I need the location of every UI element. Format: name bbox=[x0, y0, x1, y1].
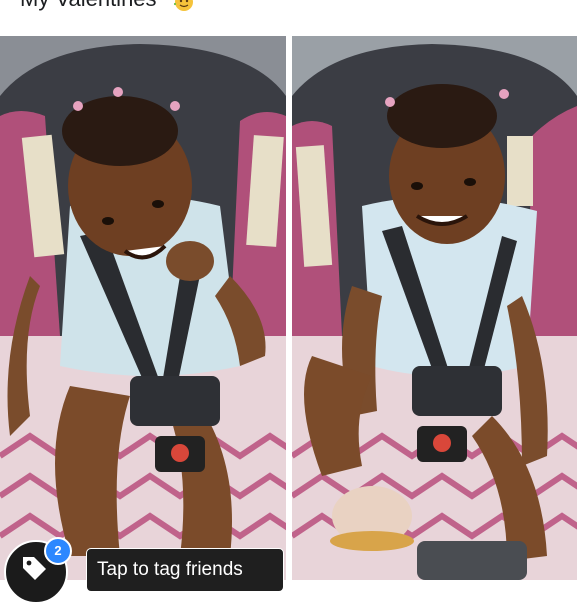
photo-right-image bbox=[292, 36, 577, 580]
tag-count-badge: 2 bbox=[44, 537, 72, 565]
tag-tooltip[interactable]: Tap to tag friends bbox=[86, 548, 284, 592]
caption-text: My Valentines bbox=[20, 0, 157, 11]
photo-left-image bbox=[0, 36, 286, 580]
photo-left[interactable] bbox=[0, 36, 286, 580]
post-caption: My Valentines bbox=[20, 0, 197, 12]
tag-icon bbox=[23, 557, 46, 580]
party-face-emoji-icon bbox=[173, 0, 193, 12]
photo-right[interactable] bbox=[292, 36, 577, 580]
tag-tooltip-label: Tap to tag friends bbox=[97, 559, 243, 580]
